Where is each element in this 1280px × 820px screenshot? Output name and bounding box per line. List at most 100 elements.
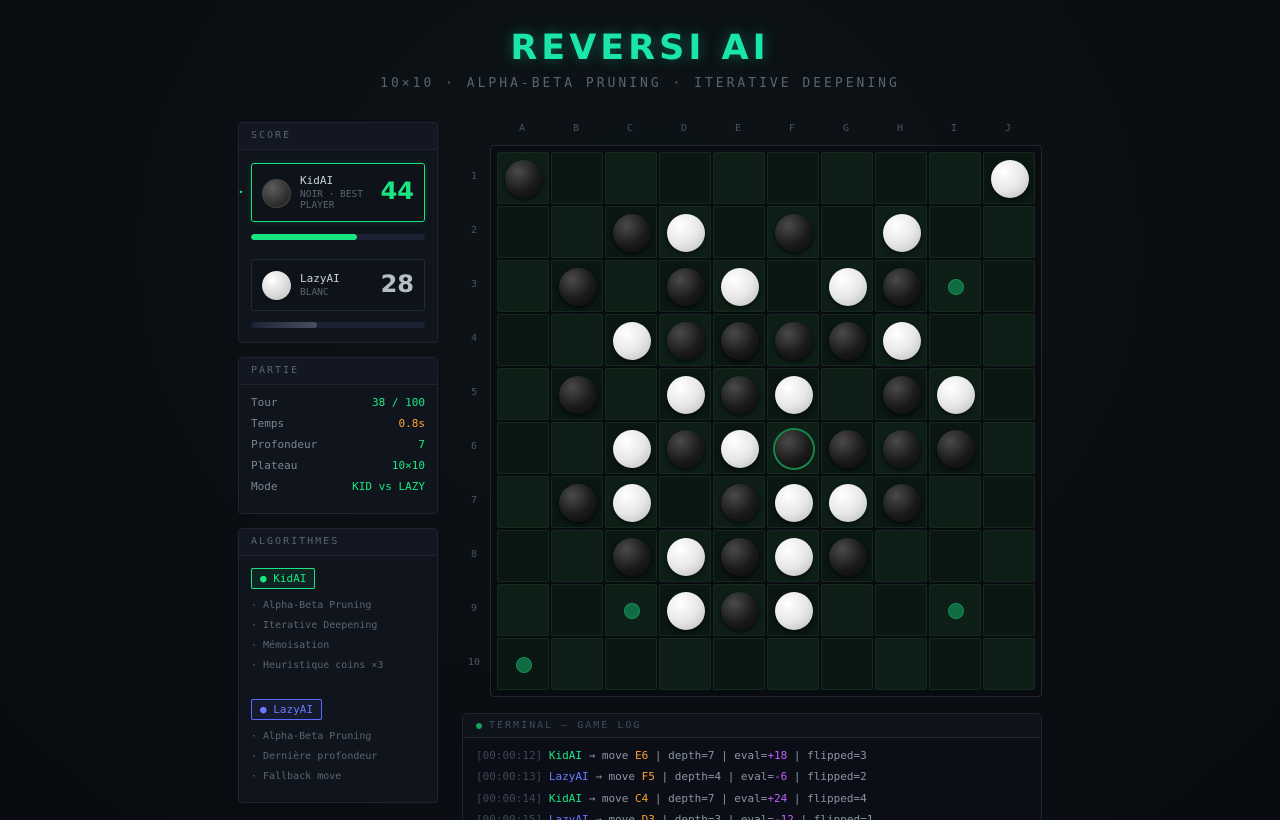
board-cell-D5 — [659, 368, 711, 420]
board-cell-E1 — [713, 152, 765, 204]
white-stone — [829, 484, 867, 522]
board-cell-A7 — [497, 476, 549, 528]
board-cell-C9[interactable] — [605, 584, 657, 636]
board-cell-H7 — [875, 476, 927, 528]
player-role: NOIR · BEST PLAYER — [300, 189, 363, 211]
board-cell-C6 — [605, 422, 657, 474]
valid-move-hint[interactable] — [516, 657, 532, 673]
board-cell-H8 — [875, 530, 927, 582]
page-subtitle: 10×10 · ALPHA-BETA PRUNING · ITERATIVE D… — [380, 76, 900, 91]
board-cell-D6 — [659, 422, 711, 474]
board-cell-D10 — [659, 638, 711, 690]
white-stone — [937, 376, 975, 414]
column-label: B — [572, 123, 580, 134]
player-card-lazyai: LazyAI BLANC 28 — [251, 259, 425, 311]
board-cell-J8 — [983, 530, 1035, 582]
board-cell-A10[interactable] — [497, 638, 549, 690]
algo-item: · Iterative Deepening — [251, 620, 378, 631]
kidai-badge: ● KidAI — [251, 568, 316, 589]
board-cell-F2 — [767, 206, 819, 258]
board-cell-I9[interactable] — [929, 584, 981, 636]
board-cell-E10 — [713, 638, 765, 690]
game-board — [490, 145, 1042, 697]
algorithmes-heading: ALGORITHMES — [239, 529, 437, 556]
board-cell-G2 — [821, 206, 873, 258]
page-title: REVERSI AI — [510, 28, 770, 68]
board-cell-B3 — [551, 260, 603, 312]
board-cell-A6 — [497, 422, 549, 474]
board-cell-C4 — [605, 314, 657, 366]
board-cell-F7 — [767, 476, 819, 528]
board-cell-A2 — [497, 206, 549, 258]
board-cell-C10 — [605, 638, 657, 690]
row-label: 4 — [470, 333, 478, 344]
row-label: 5 — [470, 387, 478, 398]
black-stone — [721, 322, 759, 360]
player-role: BLANC — [300, 287, 329, 298]
black-stone — [937, 430, 975, 468]
board-cell-D3 — [659, 260, 711, 312]
valid-move-hint[interactable] — [624, 603, 640, 619]
row-label: 2 — [470, 225, 478, 236]
column-label: A — [518, 123, 526, 134]
log-line: [00:00:12] KidAI → move E6 | depth=7 | e… — [476, 749, 867, 762]
valid-move-hint[interactable] — [948, 279, 964, 295]
score-heading: SCORE — [239, 123, 437, 150]
board-cell-J10 — [983, 638, 1035, 690]
white-stone — [667, 538, 705, 576]
board-cell-H2 — [875, 206, 927, 258]
board-cell-H1 — [875, 152, 927, 204]
board-cell-H6 — [875, 422, 927, 474]
stat-value: 0.8s — [398, 417, 426, 430]
partie-heading: PARTIE — [239, 358, 437, 385]
row-label: 3 — [470, 279, 478, 290]
valid-move-hint[interactable] — [948, 603, 964, 619]
algorithmes-panel: ALGORITHMES ● KidAI · Alpha-Beta Pruning… — [238, 528, 438, 803]
stat-key: Profondeur — [251, 438, 318, 451]
black-stone — [613, 214, 651, 252]
black-stone — [883, 376, 921, 414]
column-label: J — [1004, 123, 1012, 134]
board-cell-J1 — [983, 152, 1035, 204]
board-cell-G8 — [821, 530, 873, 582]
board-cell-A4 — [497, 314, 549, 366]
player-score: 44 — [380, 177, 414, 205]
board-cell-B5 — [551, 368, 603, 420]
board-cell-E5 — [713, 368, 765, 420]
board-cell-G7 — [821, 476, 873, 528]
black-stone — [775, 214, 813, 252]
board-cell-I3[interactable] — [929, 260, 981, 312]
algo-item: · Mémoisation — [251, 640, 330, 651]
algo-item: · Heuristique coins ×3 — [251, 660, 384, 671]
player-card-kidai: ▸ KidAI NOIR · BEST PLAYER 44 — [239, 163, 425, 222]
board-cell-B8 — [551, 530, 603, 582]
status-dot-icon — [476, 723, 482, 729]
board-cell-I10 — [929, 638, 981, 690]
white-stone — [775, 484, 813, 522]
score-bar-lazyai — [251, 322, 425, 328]
board-cell-F4 — [767, 314, 819, 366]
board-cell-B6 — [551, 422, 603, 474]
board-cell-D2 — [659, 206, 711, 258]
terminal-heading: TERMINAL — GAME LOG — [463, 714, 1041, 738]
board-cell-J4 — [983, 314, 1035, 366]
board-cell-H9 — [875, 584, 927, 636]
black-stone — [775, 322, 813, 360]
board-cell-C1 — [605, 152, 657, 204]
stat-value: 7 — [418, 438, 425, 451]
board-cell-E3 — [713, 260, 765, 312]
white-stone — [721, 430, 759, 468]
white-stone — [613, 484, 651, 522]
board-cell-B10 — [551, 638, 603, 690]
board-cell-H3 — [875, 260, 927, 312]
row-label: 1 — [470, 171, 478, 182]
board-cell-G5 — [821, 368, 873, 420]
board-cell-B1 — [551, 152, 603, 204]
badge-label: KidAI — [273, 572, 307, 585]
board-cell-J3 — [983, 260, 1035, 312]
board-cell-J5 — [983, 368, 1035, 420]
stat-key: Plateau — [251, 459, 298, 472]
board-cell-E8 — [713, 530, 765, 582]
black-stone — [559, 484, 597, 522]
board-cell-D7 — [659, 476, 711, 528]
